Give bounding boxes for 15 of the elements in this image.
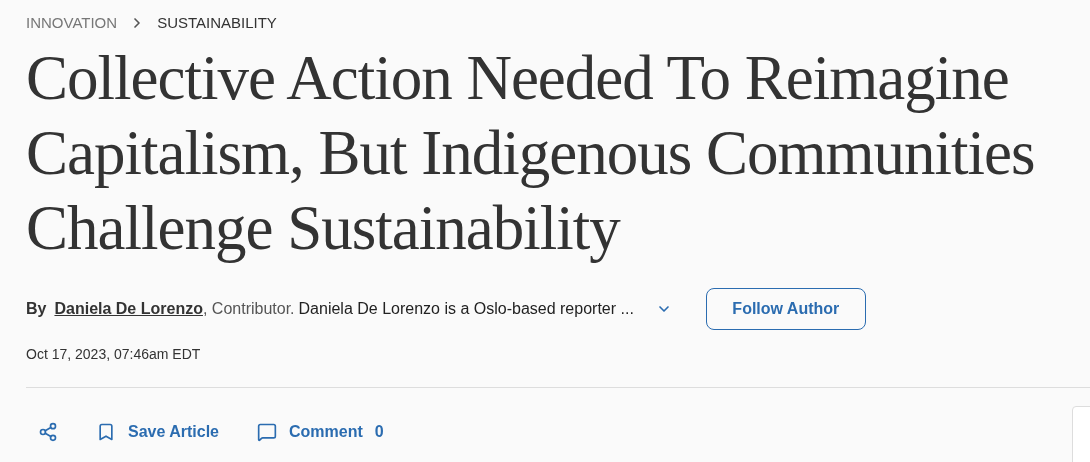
comment-button[interactable]: Comment — [289, 419, 363, 444]
comment-count: 0 — [374, 421, 384, 442]
save-article-button[interactable]: Save Article — [96, 419, 219, 444]
follow-author-button[interactable]: Follow Author — [705, 287, 866, 330]
article-headline: Collective Action Needed To Reimagine Capitalism, But Indigenous Communities Challenge Sustainability — [26, 41, 1036, 265]
author-bio: Daniela De Lorenzo is a Oslo-based reporter ... — [298, 298, 634, 319]
byline-prefix: By — [26, 298, 47, 319]
breadcrumb-link[interactable]: INNOVATION — [26, 12, 118, 35]
breadcrumb-link[interactable]: SUSTAINABILITY — [157, 12, 277, 35]
author-role: , Contributor. — [202, 298, 295, 319]
share-icon[interactable] — [38, 421, 58, 442]
bookmark-icon — [96, 421, 116, 442]
publish-date: Oct 17, 2023, 07:46am EDT — [26, 344, 202, 364]
comment-icon — [257, 421, 277, 442]
author-link[interactable]: Daniela De Lorenzo — [54, 296, 203, 321]
